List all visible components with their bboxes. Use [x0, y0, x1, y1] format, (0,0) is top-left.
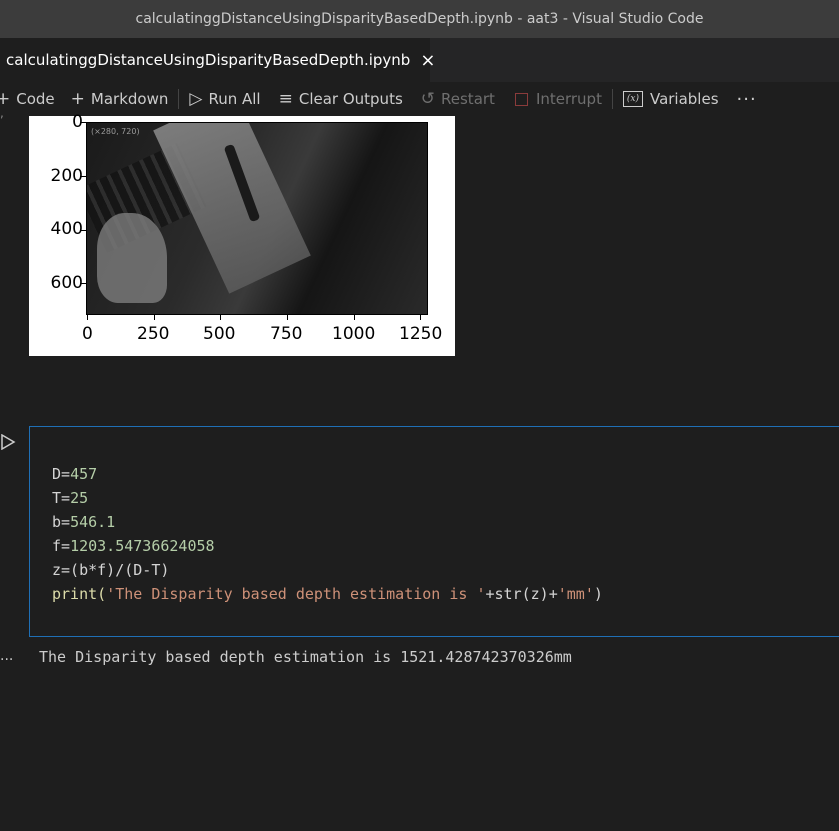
- restart-button[interactable]: ↺ Restart: [421, 89, 495, 109]
- x-tick-label: 1000: [332, 324, 376, 344]
- clear-all-icon: ≡: [278, 89, 293, 109]
- collapse-caret-icon: ,: [0, 106, 4, 120]
- add-code-button[interactable]: + Code: [0, 89, 55, 109]
- x-tick-mark: [354, 315, 355, 320]
- x-tick-mark: [220, 315, 221, 320]
- y-tick-mark: [81, 122, 86, 123]
- plot-output: (×280, 720) 0 200 400 600 0 250 500 750 …: [29, 112, 455, 356]
- run-cell-icon[interactable]: [0, 434, 16, 450]
- code-editor[interactable]: D=457 T=25 b=546.1 f=1203.54736624058 z=…: [52, 462, 603, 606]
- code-line: f=1203.54736624058: [52, 537, 215, 555]
- toolbar-separator: [178, 89, 180, 109]
- y-tick-label: 400: [50, 219, 83, 239]
- image-axes: (×280, 720): [86, 122, 428, 315]
- x-tick-mark: [154, 315, 155, 320]
- x-tick-label: 250: [137, 324, 170, 344]
- window-title-bar: calculatinggDistanceUsingDisparityBasedD…: [0, 0, 839, 38]
- code-line: print('The Disparity based depth estimat…: [52, 585, 603, 603]
- window-title: calculatinggDistanceUsingDisparityBasedD…: [135, 11, 704, 27]
- plus-icon: +: [70, 89, 85, 109]
- x-tick-mark: [287, 315, 288, 320]
- interrupt-button[interactable]: Interrupt: [514, 90, 602, 108]
- code-line: z=(b*f)/(D-T): [52, 561, 170, 579]
- code-line: b=546.1: [52, 513, 116, 531]
- stop-icon: [514, 92, 528, 106]
- y-tick-mark: [81, 176, 86, 177]
- add-markdown-button[interactable]: + Markdown: [71, 89, 169, 109]
- more-actions-icon[interactable]: ···: [737, 89, 757, 110]
- close-icon[interactable]: ×: [420, 50, 435, 71]
- y-tick-label: 200: [50, 166, 83, 186]
- image-coordinate-label: (×280, 720): [91, 127, 140, 136]
- y-tick-label: 600: [50, 273, 83, 293]
- hand-image-region: [97, 213, 167, 303]
- tab-notebook[interactable]: calculatinggDistanceUsingDisparityBasedD…: [0, 38, 435, 82]
- toolbar-separator: [611, 89, 613, 109]
- output-actions-icon[interactable]: ···: [0, 652, 13, 668]
- y-tick-mark: [81, 283, 86, 284]
- cell-output-text: The Disparity based depth estimation is …: [39, 648, 572, 666]
- variables-icon: (x): [622, 91, 643, 107]
- editor-tab-strip: calculatinggDistanceUsingDisparityBasedD…: [0, 38, 839, 82]
- x-tick-label: 500: [203, 324, 236, 344]
- variables-button[interactable]: (x) Variables: [622, 90, 719, 108]
- x-tick-label: 750: [270, 324, 303, 344]
- y-tick-mark: [81, 230, 86, 231]
- x-tick-label: 1250: [399, 324, 443, 344]
- code-line: T=25: [52, 489, 89, 507]
- clear-outputs-button[interactable]: ≡ Clear Outputs: [279, 89, 403, 109]
- run-all-button[interactable]: ▷ Run All: [189, 89, 260, 109]
- restart-icon: ↺: [420, 89, 436, 109]
- x-tick-mark: [420, 315, 421, 320]
- x-tick-mark: [87, 315, 88, 320]
- code-line: D=457: [52, 465, 98, 483]
- notebook-toolbar: + Code + Markdown ▷ Run All ≡ Clear Outp…: [0, 82, 839, 116]
- run-all-icon: ▷: [189, 89, 203, 109]
- tab-label: calculatinggDistanceUsingDisparityBasedD…: [6, 51, 411, 69]
- x-tick-label: 0: [82, 324, 93, 344]
